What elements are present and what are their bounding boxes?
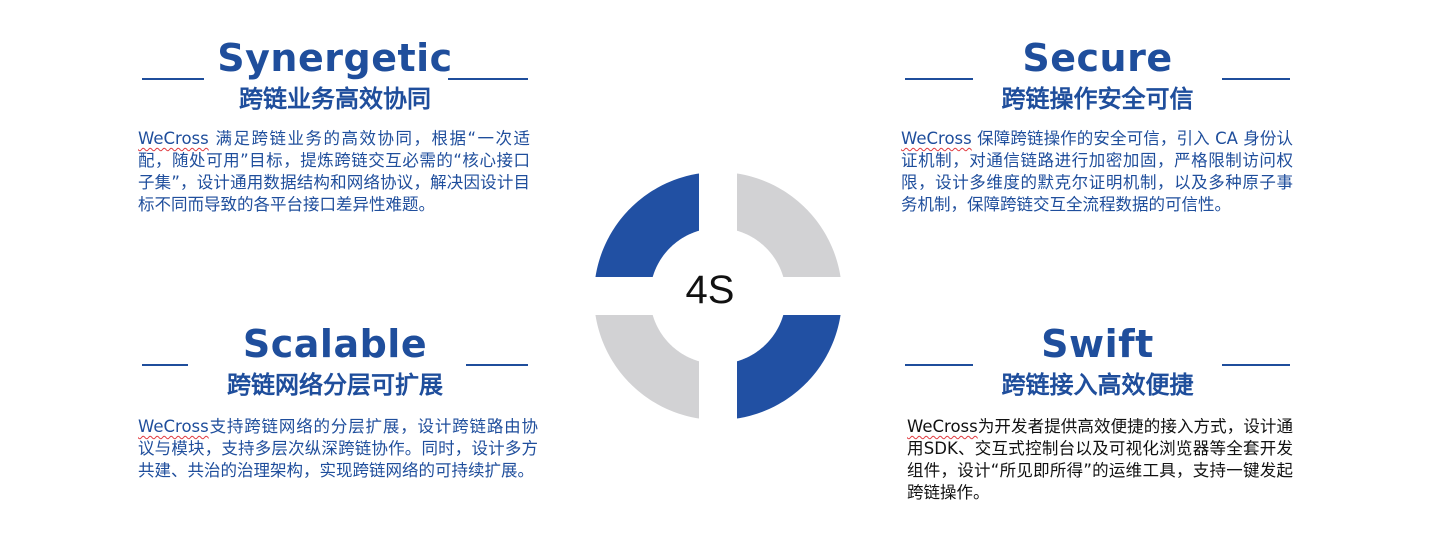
brand-wecross: WeCross [138,129,209,148]
brand-wecross: WeCross [907,417,978,436]
synergetic-block: Synergetic 跨链业务高效协同 WeCross 满足跨链业务的高效协同，… [138,36,530,246]
swift-subtitle: 跨链接入高效便捷 [1001,371,1194,399]
synergetic-subtitle: 跨链业务高效协同 [239,85,431,113]
ring-segment-bottom-right [737,315,841,419]
synergetic-description: WeCross 满足跨链业务的高效协同，根据“一次适配，随处可用”目标，提炼跨链… [138,128,530,216]
brand-wecross: WeCross [901,129,972,148]
secure-description: WeCross 保障跨链操作的安全可信，引入 CA 身份认证机制，对通信链路进行… [901,128,1293,216]
swift-title: Swift [1041,322,1154,366]
ring-segment-bottom-left [595,315,699,419]
center-label: 4S [685,268,735,312]
scalable-block: Scalable 跨链网络分层可扩展 WeCross支持跨链网络的分层扩展，设计… [138,322,538,532]
ring-segment-top-left [595,173,699,277]
scalable-title: Scalable [242,322,428,366]
swift-block: Swift 跨链接入高效便捷 WeCross为开发者提供高效便捷的接入方式，设计… [905,322,1293,532]
brand-wecross: WeCross [138,417,209,436]
scalable-subtitle: 跨链网络分层可扩展 [227,371,443,399]
scalable-description: WeCross支持跨链网络的分层扩展，设计跨链路由协议与模块，支持多层次纵深跨链… [138,416,538,482]
swift-description: WeCross为开发者提供高效便捷的接入方式，设计通用SDK、交互式控制台以及可… [907,416,1293,504]
secure-title: Secure [1022,36,1173,80]
secure-subtitle: 跨链操作安全可信 [1001,85,1194,113]
ring-segment-top-right [737,173,841,277]
synergetic-title: Synergetic [217,36,453,80]
secure-block: Secure 跨链操作安全可信 WeCross 保障跨链操作的安全可信，引入 C… [901,36,1293,246]
